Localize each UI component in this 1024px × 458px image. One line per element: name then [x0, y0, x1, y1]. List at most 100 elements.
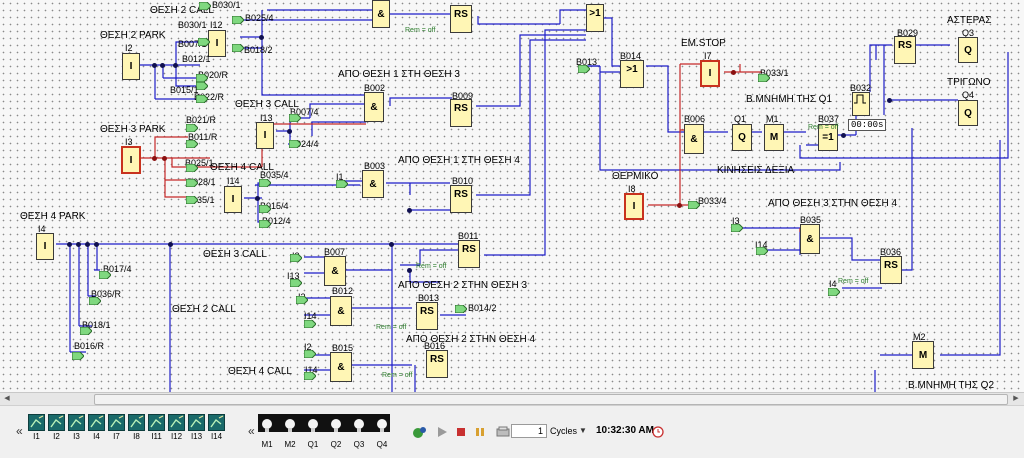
cycles-input[interactable]: 1 [511, 424, 547, 438]
scrollbar-thumb[interactable] [94, 394, 1008, 405]
input-block-i12[interactable]: I [208, 30, 226, 57]
connector-flag-icon[interactable] [186, 179, 198, 187]
connector-flag-icon[interactable] [186, 124, 198, 132]
rs-block-b009[interactable]: RS [450, 99, 472, 127]
input-block-i2[interactable]: I [122, 53, 140, 80]
connector-flag-icon[interactable] [290, 254, 302, 262]
switch-icon [128, 414, 145, 431]
output-block-q1[interactable]: Q [732, 124, 752, 151]
connector-flag-icon[interactable] [80, 327, 92, 335]
input-switch[interactable]: I8 [128, 414, 145, 442]
connector-flag-icon[interactable] [756, 247, 768, 255]
connector-flag-icon[interactable] [186, 196, 198, 204]
rs-block-b013[interactable]: RS [416, 302, 438, 330]
scroll-left-icon[interactable]: ◀ [2, 394, 12, 403]
connector-flag-icon[interactable] [304, 320, 316, 328]
and-block-b015[interactable]: & [330, 352, 352, 382]
timer-block-b032[interactable] [852, 92, 870, 116]
simulation-settings-icon[interactable] [412, 425, 428, 444]
and-block-b007[interactable]: & [324, 256, 346, 286]
input-switch[interactable]: I3 [68, 414, 85, 442]
input-block-i8[interactable]: I [624, 193, 644, 220]
marker-block-m1[interactable]: M [764, 124, 784, 151]
and-block-b012[interactable]: & [330, 296, 352, 326]
step-cycles-icon[interactable] [496, 425, 510, 443]
switch-icon [168, 414, 185, 431]
connector-flag-icon[interactable] [296, 296, 308, 304]
connector-flag-icon[interactable] [304, 372, 316, 380]
connector-flag-icon[interactable] [289, 140, 301, 148]
connector-flag-icon[interactable] [688, 201, 700, 209]
or-block-top[interactable]: >1 [586, 4, 604, 32]
collapse-inputs-icon[interactable]: « [16, 424, 23, 438]
collapse-outputs-icon[interactable]: « [248, 424, 255, 438]
connector-flag-icon[interactable] [289, 114, 301, 122]
input-switch[interactable]: I11 [148, 414, 165, 442]
rs-block-b036[interactable]: RS [880, 256, 902, 284]
input-block-i3[interactable]: I [121, 146, 141, 174]
connector-flag-icon[interactable] [232, 44, 244, 52]
output-lamp: M1 [257, 414, 277, 450]
label-apo3-sti4: ΑΠΟ ΘΕΣΗ 3 ΣΤΗΝ ΘΕΣΗ 4 [768, 198, 898, 209]
connector-flag-icon[interactable] [290, 279, 302, 287]
input-switch[interactable]: I2 [48, 414, 65, 442]
connector-flag-icon[interactable] [578, 65, 590, 73]
connector-flag-icon[interactable] [198, 38, 210, 46]
input-switch[interactable]: I12 [168, 414, 185, 442]
horizontal-scrollbar[interactable]: ◀ ▶ [0, 392, 1024, 405]
output-block-q4[interactable]: Q [958, 100, 978, 126]
rs-block-b016[interactable]: RS [426, 350, 448, 378]
cycles-dropdown-icon[interactable]: ▼ [579, 426, 587, 435]
input-switch[interactable]: I14 [208, 414, 225, 442]
input-switch[interactable]: I1 [28, 414, 45, 442]
output-lamp-label: Q1 [307, 440, 319, 449]
input-switch[interactable]: I7 [108, 414, 125, 442]
connector-flag-icon[interactable] [186, 164, 198, 172]
scroll-right-icon[interactable]: ▶ [1011, 394, 1021, 403]
connector-flag-icon[interactable] [731, 224, 743, 232]
connector-flag-icon[interactable] [304, 350, 316, 358]
connector-flag-icon[interactable] [72, 352, 84, 360]
play-icon[interactable] [436, 425, 448, 443]
input-switch[interactable]: I4 [88, 414, 105, 442]
input-switch-label: I13 [190, 432, 203, 441]
connector-flag-icon[interactable] [455, 305, 467, 313]
and-block-top[interactable]: & [372, 0, 390, 28]
output-lamp-label: Q4 [376, 440, 388, 449]
input-block-i7[interactable]: I [700, 60, 720, 87]
connector-flag-icon[interactable] [259, 220, 271, 228]
rs-block-b011[interactable]: RS [458, 240, 480, 268]
rs-block-b010[interactable]: RS [450, 185, 472, 213]
connector-flag-icon[interactable] [828, 288, 840, 296]
connector-flag-icon[interactable] [196, 74, 208, 82]
simulation-time: 10:32:30 AM [596, 425, 654, 436]
input-block-i4[interactable]: I [36, 233, 54, 260]
input-block-i14[interactable]: I [224, 186, 242, 213]
connector-flag-icon[interactable] [89, 297, 101, 305]
and-block-b035[interactable]: & [800, 224, 820, 254]
connector-flag-icon[interactable] [186, 140, 198, 148]
connector-flag-icon[interactable] [196, 95, 208, 103]
connector-flag-icon[interactable] [758, 74, 770, 82]
and-block-b002[interactable]: & [364, 92, 384, 122]
stop-icon[interactable] [455, 425, 467, 443]
input-switch[interactable]: I13 [188, 414, 205, 442]
pause-icon[interactable] [474, 425, 486, 443]
logic-canvas[interactable]: ΘΕΣΗ 2 CALL ΘΕΣΗ 2 PARK ΘΕΣΗ 3 CALL ΘΕΣΗ… [0, 0, 1024, 392]
and-block-b003[interactable]: & [362, 170, 384, 198]
connector-flag-icon[interactable] [232, 16, 244, 24]
output-block-q3[interactable]: Q [958, 37, 978, 63]
clock-icon[interactable] [652, 425, 664, 443]
connector-flag-icon[interactable] [99, 271, 111, 279]
connector-flag-icon[interactable] [259, 205, 271, 213]
or-block-b014[interactable]: >1 [620, 60, 644, 88]
connector-flag-icon[interactable] [199, 2, 211, 10]
marker-block-m2[interactable]: M [912, 341, 934, 369]
and-block-b006[interactable]: & [684, 124, 704, 154]
input-block-i13[interactable]: I [256, 122, 274, 149]
connector-flag-icon[interactable] [336, 180, 348, 188]
rs-block-b029[interactable]: RS [894, 36, 916, 64]
output-panel [258, 414, 390, 432]
connector-flag-icon[interactable] [259, 179, 271, 187]
rs-block-top[interactable]: RS [450, 5, 472, 33]
